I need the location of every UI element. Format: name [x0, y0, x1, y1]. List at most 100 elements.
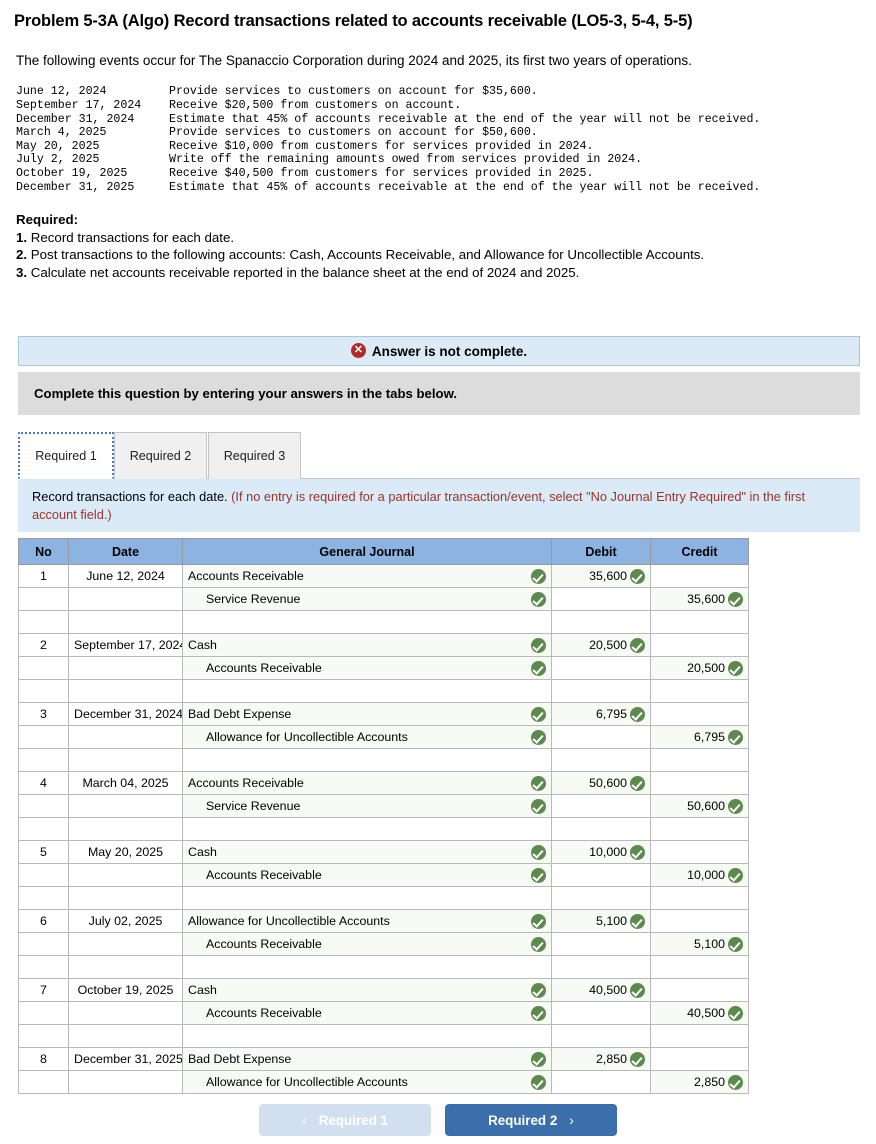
cell-debit[interactable] [551, 1001, 651, 1025]
cell-credit[interactable]: 50,600 [650, 794, 749, 818]
cell-account[interactable]: Accounts Receivable [182, 564, 552, 588]
empty-cell[interactable] [18, 886, 69, 910]
empty-cell[interactable] [650, 679, 749, 703]
cell-debit[interactable]: 2,850 [551, 1047, 651, 1071]
cell-date[interactable]: December 31, 2024 [68, 702, 183, 726]
empty-cell[interactable] [182, 679, 552, 703]
cell-debit[interactable] [551, 863, 651, 887]
cell-debit[interactable] [551, 725, 651, 749]
cell-debit[interactable]: 50,600 [551, 771, 651, 795]
empty-cell[interactable] [18, 679, 69, 703]
cell-credit[interactable] [650, 840, 749, 864]
cell-debit[interactable]: 20,500 [551, 633, 651, 657]
empty-cell[interactable] [68, 886, 183, 910]
cell-account[interactable]: Service Revenue [182, 587, 552, 611]
empty-cell[interactable] [182, 748, 552, 772]
empty-cell[interactable] [18, 610, 69, 634]
tab-required-1[interactable]: Required 1 [18, 432, 114, 479]
cell-account[interactable]: Service Revenue [182, 794, 552, 818]
empty-cell[interactable] [68, 1024, 183, 1048]
cell-credit[interactable]: 20,500 [650, 656, 749, 680]
cell-date[interactable]: October 19, 2025 [68, 978, 183, 1002]
empty-cell[interactable] [650, 610, 749, 634]
cell-debit[interactable] [551, 587, 651, 611]
cell-date[interactable]: May 20, 2025 [68, 840, 183, 864]
empty-cell[interactable] [551, 955, 651, 979]
cell-date[interactable] [68, 656, 183, 680]
cell-credit[interactable] [650, 1047, 749, 1071]
cell-date[interactable]: September 17, 2024 [68, 633, 183, 657]
empty-cell[interactable] [650, 817, 749, 841]
cell-date[interactable] [68, 794, 183, 818]
empty-cell[interactable] [18, 955, 69, 979]
empty-cell[interactable] [18, 1024, 69, 1048]
cell-credit[interactable]: 10,000 [650, 863, 749, 887]
cell-date[interactable] [68, 863, 183, 887]
cell-account[interactable]: Accounts Receivable [182, 863, 552, 887]
cell-account[interactable]: Cash [182, 840, 552, 864]
cell-account[interactable]: Accounts Receivable [182, 771, 552, 795]
cell-date[interactable] [68, 1001, 183, 1025]
cell-credit[interactable]: 5,100 [650, 932, 749, 956]
cell-credit[interactable]: 2,850 [650, 1070, 749, 1094]
cell-date[interactable]: March 04, 2025 [68, 771, 183, 795]
empty-cell[interactable] [551, 610, 651, 634]
cell-credit[interactable] [650, 633, 749, 657]
empty-cell[interactable] [18, 817, 69, 841]
cell-account[interactable]: Accounts Receivable [182, 656, 552, 680]
cell-credit[interactable]: 6,795 [650, 725, 749, 749]
cell-debit[interactable]: 6,795 [551, 702, 651, 726]
empty-cell[interactable] [182, 886, 552, 910]
cell-date[interactable]: July 02, 2025 [68, 909, 183, 933]
tab-required-3[interactable]: Required 3 [208, 432, 301, 479]
cell-credit[interactable] [650, 771, 749, 795]
cell-debit[interactable]: 40,500 [551, 978, 651, 1002]
cell-debit[interactable] [551, 1070, 651, 1094]
empty-cell[interactable] [182, 955, 552, 979]
empty-cell[interactable] [650, 955, 749, 979]
cell-account[interactable]: Cash [182, 978, 552, 1002]
cell-account[interactable]: Allowance for Uncollectible Accounts [182, 1070, 552, 1094]
cell-account[interactable]: Allowance for Uncollectible Accounts [182, 725, 552, 749]
empty-cell[interactable] [551, 679, 651, 703]
empty-cell[interactable] [650, 1024, 749, 1048]
empty-cell[interactable] [68, 748, 183, 772]
empty-cell[interactable] [551, 1024, 651, 1048]
cell-debit[interactable] [551, 656, 651, 680]
previous-required-button[interactable]: ‹ Required 1 [259, 1104, 431, 1136]
cell-credit[interactable] [650, 909, 749, 933]
empty-cell[interactable] [551, 886, 651, 910]
cell-date[interactable] [68, 1070, 183, 1094]
cell-debit[interactable]: 10,000 [551, 840, 651, 864]
empty-cell[interactable] [182, 1024, 552, 1048]
empty-cell[interactable] [18, 748, 69, 772]
cell-debit[interactable]: 35,600 [551, 564, 651, 588]
empty-cell[interactable] [551, 748, 651, 772]
cell-credit[interactable] [650, 702, 749, 726]
cell-date[interactable] [68, 587, 183, 611]
cell-credit[interactable] [650, 978, 749, 1002]
empty-cell[interactable] [68, 610, 183, 634]
cell-account[interactable]: Bad Debt Expense [182, 1047, 552, 1071]
cell-credit[interactable]: 40,500 [650, 1001, 749, 1025]
next-required-button[interactable]: Required 2 › [445, 1104, 617, 1136]
empty-cell[interactable] [182, 817, 552, 841]
cell-account[interactable]: Bad Debt Expense [182, 702, 552, 726]
cell-account[interactable]: Accounts Receivable [182, 932, 552, 956]
cell-account[interactable]: Accounts Receivable [182, 1001, 552, 1025]
cell-credit[interactable]: 35,600 [650, 587, 749, 611]
cell-debit[interactable] [551, 932, 651, 956]
cell-date[interactable]: December 31, 2025 [68, 1047, 183, 1071]
tab-required-2[interactable]: Required 2 [114, 432, 207, 479]
cell-account[interactable]: Cash [182, 633, 552, 657]
cell-credit[interactable] [650, 564, 749, 588]
empty-cell[interactable] [650, 748, 749, 772]
cell-date[interactable] [68, 725, 183, 749]
empty-cell[interactable] [551, 817, 651, 841]
empty-cell[interactable] [68, 955, 183, 979]
cell-debit[interactable]: 5,100 [551, 909, 651, 933]
cell-account[interactable]: Allowance for Uncollectible Accounts [182, 909, 552, 933]
empty-cell[interactable] [650, 886, 749, 910]
empty-cell[interactable] [68, 817, 183, 841]
cell-date[interactable] [68, 932, 183, 956]
